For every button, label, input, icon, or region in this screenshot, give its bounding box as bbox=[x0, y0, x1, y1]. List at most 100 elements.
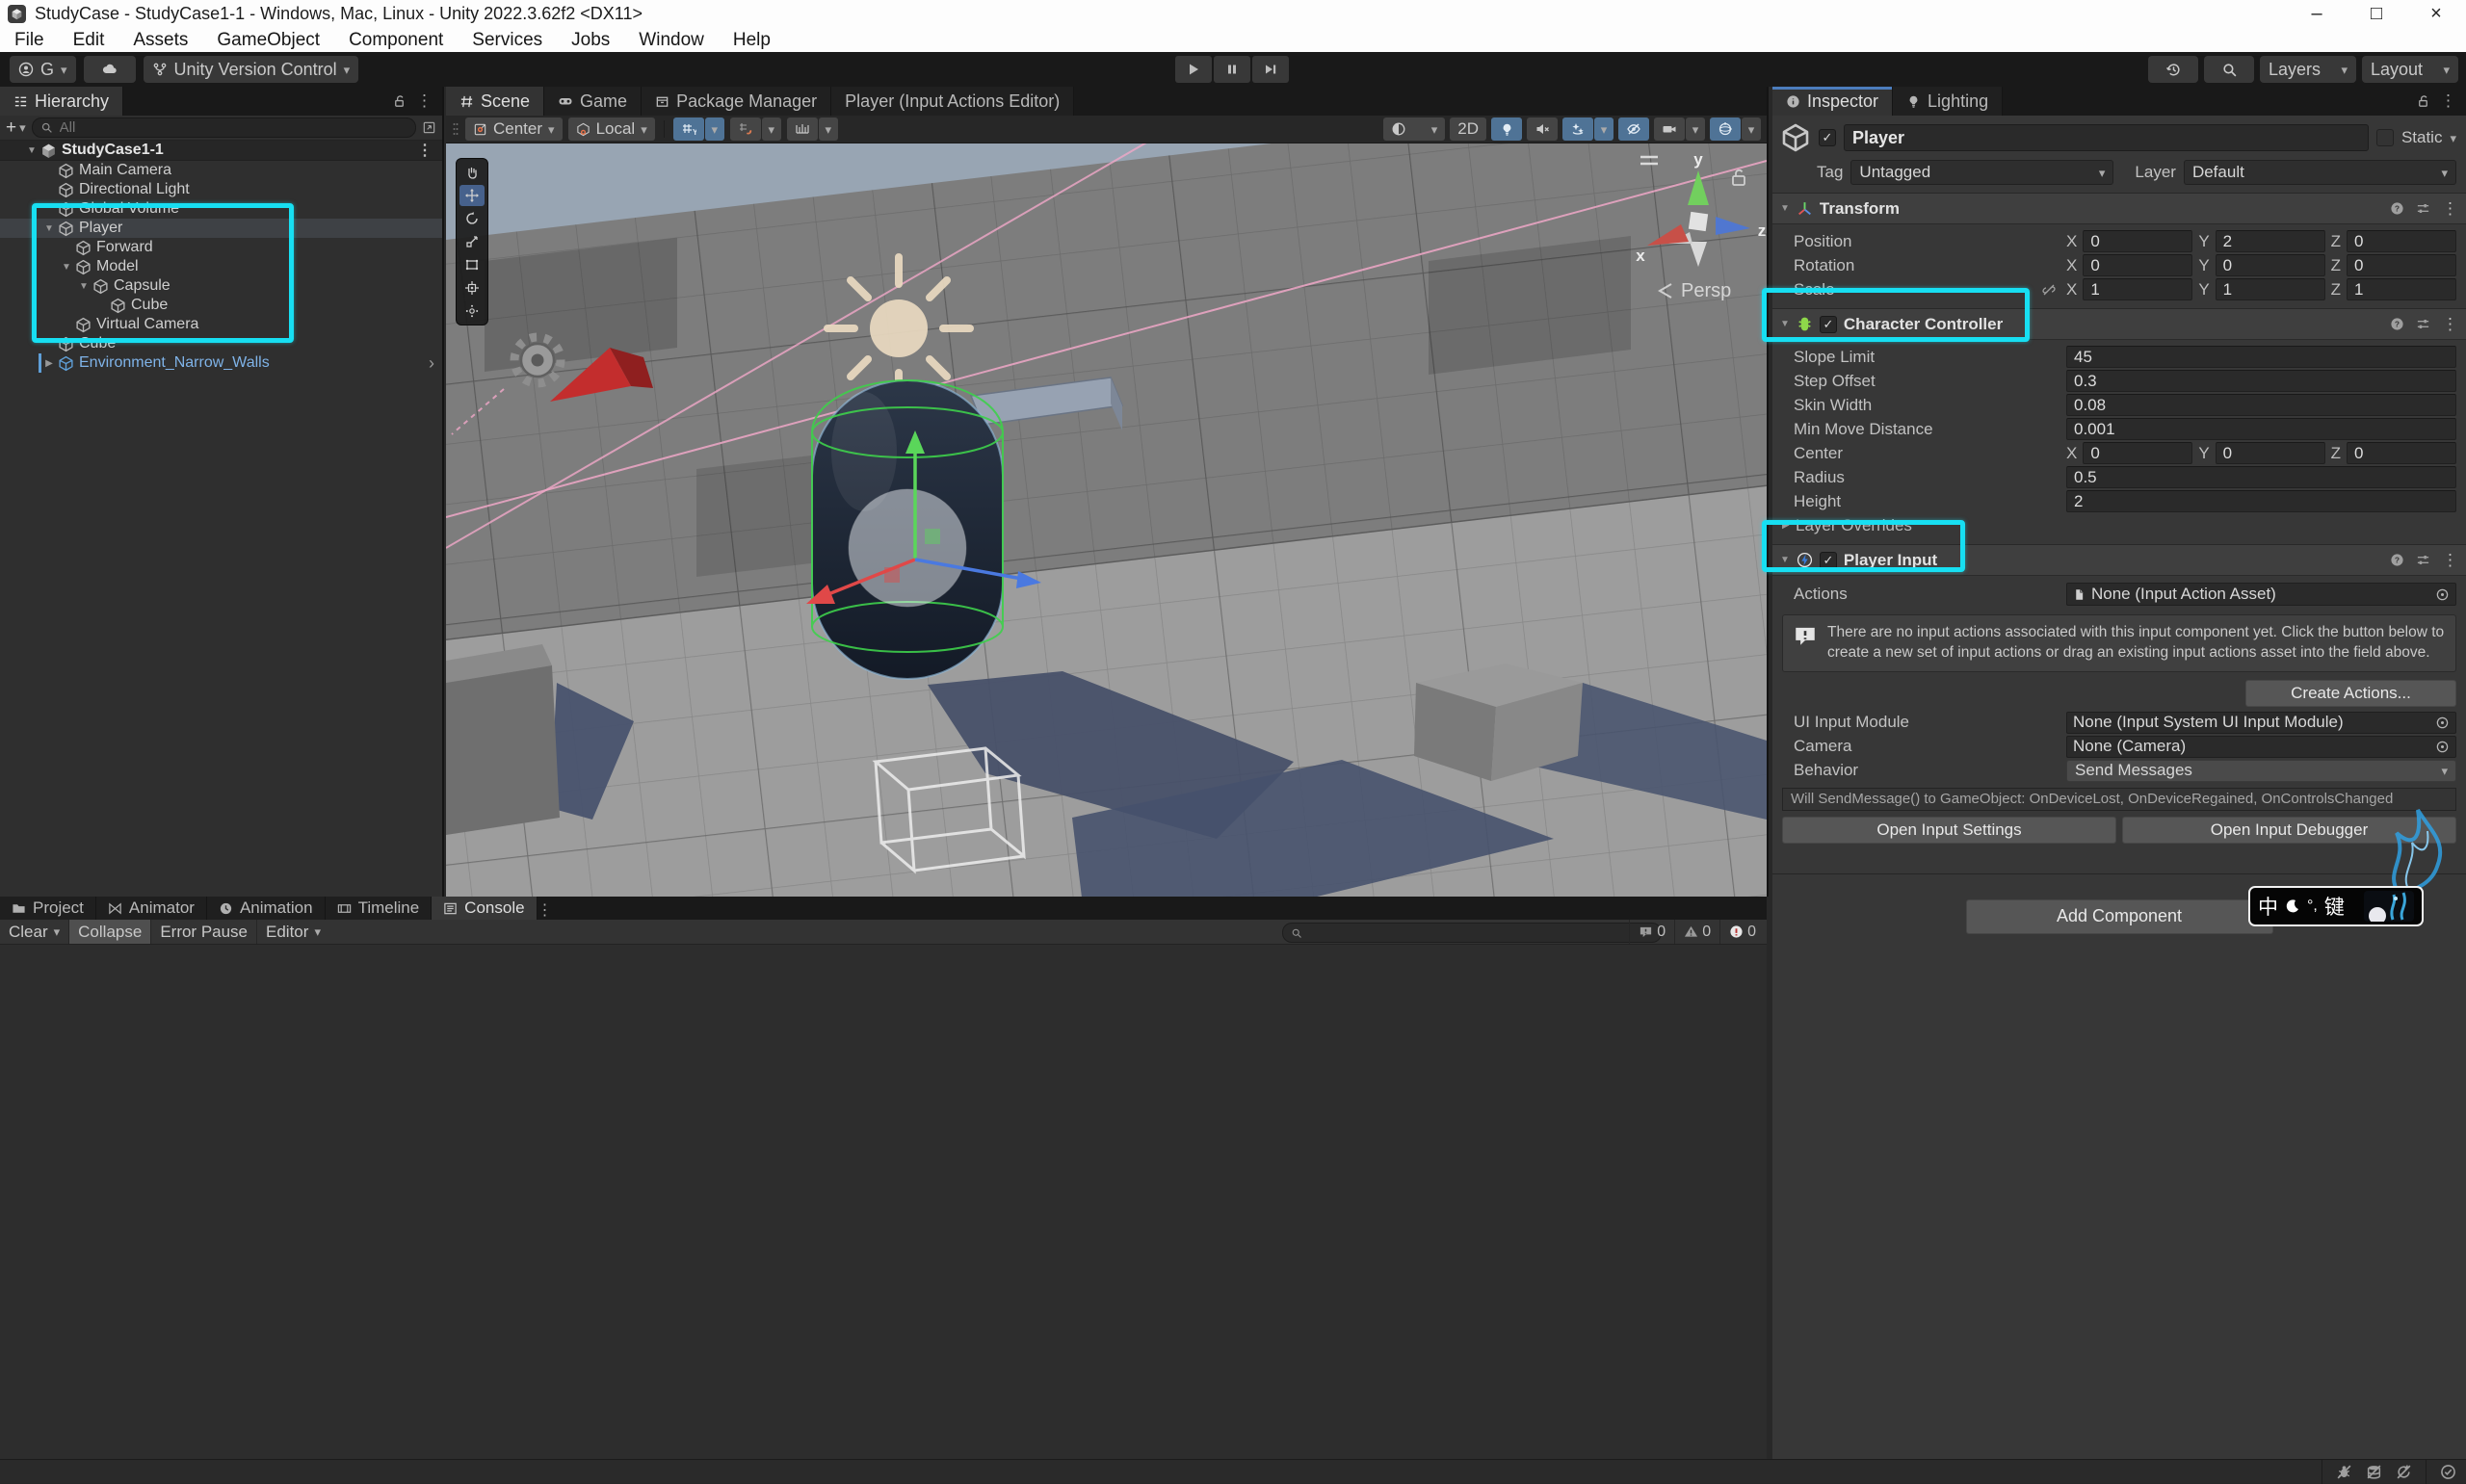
pause-button[interactable] bbox=[1214, 56, 1250, 83]
scale-x-field[interactable]: 1 bbox=[2083, 278, 2192, 300]
tab-hierarchy[interactable]: Hierarchy bbox=[0, 87, 123, 116]
scene-viewport[interactable]: y x z Persp bbox=[446, 143, 1767, 898]
tab-inspector[interactable]: Inspector bbox=[1772, 87, 1893, 116]
2d-toggle-button[interactable]: 2D bbox=[1450, 117, 1486, 141]
console-search-field[interactable] bbox=[1282, 923, 1662, 943]
center-z-field[interactable]: 0 bbox=[2347, 442, 2456, 464]
kebab-menu-icon[interactable]: ⋮ bbox=[2442, 551, 2458, 570]
menu-jobs[interactable]: Jobs bbox=[557, 28, 624, 52]
hierarchy-item-model[interactable]: ▼ Model bbox=[0, 257, 442, 276]
layers-dropdown[interactable]: Layers ▾ bbox=[2260, 56, 2356, 83]
slope-limit-field[interactable]: 45 bbox=[2066, 346, 2456, 368]
create-object-button[interactable]: + ▾ bbox=[6, 117, 26, 139]
object-picker-icon[interactable] bbox=[2435, 587, 2450, 602]
gameobject-active-checkbox[interactable]: ✓ bbox=[1819, 129, 1836, 146]
move-tool[interactable] bbox=[459, 185, 485, 206]
radius-field[interactable]: 0.5 bbox=[2066, 466, 2456, 488]
position-x-field[interactable]: 0 bbox=[2083, 230, 2192, 252]
ime-keyboard[interactable]: 键 bbox=[2324, 892, 2345, 921]
progress-check-icon[interactable] bbox=[2440, 1464, 2456, 1480]
gizmos-dropdown[interactable]: ▾ bbox=[1742, 117, 1761, 141]
menu-edit[interactable]: Edit bbox=[59, 28, 119, 52]
object-picker-icon[interactable] bbox=[2435, 740, 2450, 754]
step-offset-field[interactable]: 0.3 bbox=[2066, 370, 2456, 392]
hierarchy-item-capsule[interactable]: ▼ Capsule bbox=[0, 276, 442, 296]
behavior-dropdown[interactable]: Send Messages ▾ bbox=[2066, 760, 2456, 782]
minimize-button[interactable]: – bbox=[2287, 0, 2347, 28]
kebab-menu-icon[interactable]: ⋮ bbox=[538, 902, 553, 919]
tab-animation[interactable]: Animation bbox=[207, 897, 326, 920]
search-button[interactable] bbox=[2204, 56, 2254, 83]
scene-effects-dropdown[interactable]: ▾ bbox=[1594, 117, 1613, 141]
scene-camera-dropdown[interactable]: ▾ bbox=[1686, 117, 1705, 141]
moon-icon[interactable] bbox=[2285, 898, 2300, 914]
gameobject-icon[interactable] bbox=[1780, 122, 1811, 153]
lock-icon[interactable] bbox=[392, 94, 407, 109]
open-prefab-chevron-icon[interactable]: › bbox=[429, 353, 434, 374]
scale-tool[interactable] bbox=[459, 231, 485, 252]
clear-button[interactable]: Clear▾ bbox=[0, 920, 68, 944]
snap-increment-dropdown[interactable]: ▾ bbox=[819, 117, 838, 141]
scene-effects-toggle[interactable] bbox=[1562, 117, 1593, 141]
gizmos-toggle[interactable] bbox=[1710, 117, 1741, 141]
tab-game[interactable]: Game bbox=[544, 87, 642, 116]
hierarchy-item-cube-child[interactable]: Cube bbox=[0, 296, 442, 315]
character-controller-header[interactable]: ▼ ✓ Character Controller ⋮ bbox=[1772, 308, 2466, 340]
foldout-closed-icon[interactable]: ▶ bbox=[40, 358, 58, 369]
gameobject-name-field[interactable]: Player bbox=[1844, 124, 2369, 151]
tab-package-manager[interactable]: Package Manager bbox=[642, 87, 831, 116]
tool-handle-position-dropdown[interactable]: Center ▾ bbox=[465, 117, 563, 141]
hierarchy-scene-row[interactable]: ▼ StudyCase1-1 ⋮ bbox=[0, 141, 442, 161]
tab-lighting[interactable]: Lighting bbox=[1893, 87, 2003, 116]
error-pause-toggle[interactable]: Error Pause bbox=[151, 920, 256, 944]
min-move-distance-field[interactable]: 0.001 bbox=[2066, 418, 2456, 440]
hierarchy-item-directional-light[interactable]: Directional Light bbox=[0, 180, 442, 199]
hierarchy-search-input[interactable] bbox=[58, 118, 407, 137]
presets-icon[interactable] bbox=[2416, 317, 2430, 331]
custom-editor-tool[interactable] bbox=[459, 300, 485, 322]
ui-input-module-field[interactable]: None (Input System UI Input Module) bbox=[2066, 712, 2456, 734]
help-icon[interactable] bbox=[2390, 201, 2404, 216]
foldout-open-icon[interactable]: ▼ bbox=[1780, 203, 1790, 214]
position-z-field[interactable]: 0 bbox=[2347, 230, 2456, 252]
kebab-menu-icon[interactable]: ⋮ bbox=[416, 91, 433, 111]
menu-component[interactable]: Component bbox=[334, 28, 458, 52]
layer-dropdown[interactable]: Default▾ bbox=[2184, 160, 2456, 185]
help-icon[interactable] bbox=[2390, 553, 2404, 567]
scale-y-field[interactable]: 1 bbox=[2216, 278, 2325, 300]
hierarchy-item-player[interactable]: ▼ Player bbox=[0, 219, 442, 238]
static-dropdown-icon[interactable]: ▾ bbox=[2450, 132, 2456, 144]
menu-window[interactable]: Window bbox=[624, 28, 719, 52]
skin-width-field[interactable]: 0.08 bbox=[2066, 394, 2456, 416]
scene-audio-toggle[interactable] bbox=[1527, 117, 1558, 141]
foldout-open-icon[interactable]: ▼ bbox=[1780, 319, 1790, 329]
ime-mode-chinese[interactable]: 中 bbox=[2258, 892, 2278, 921]
hierarchy-item-global-volume[interactable]: Global Volume bbox=[0, 199, 442, 219]
view-hand-tool[interactable] bbox=[459, 162, 485, 183]
foldout-open-icon[interactable]: ▼ bbox=[58, 262, 75, 273]
scene-visibility-toggle[interactable] bbox=[1618, 117, 1649, 141]
menu-services[interactable]: Services bbox=[458, 28, 557, 52]
tab-player-input-actions-editor[interactable]: Player (Input Actions Editor) bbox=[831, 87, 1074, 116]
player-input-header[interactable]: ▼ ✓ Player Input ⋮ bbox=[1772, 544, 2466, 576]
layer-overrides-foldout[interactable]: ▶ Layer Overrides bbox=[1772, 513, 2466, 537]
info-count-toggle[interactable]: 0 bbox=[1630, 920, 1674, 944]
height-field[interactable]: 2 bbox=[2066, 490, 2456, 512]
menu-gameobject[interactable]: GameObject bbox=[202, 28, 334, 52]
scale-z-field[interactable]: 1 bbox=[2347, 278, 2456, 300]
undo-history-button[interactable] bbox=[2148, 56, 2198, 83]
hierarchy-item-virtual-camera[interactable]: Virtual Camera bbox=[0, 315, 442, 334]
foldout-open-icon[interactable]: ▼ bbox=[75, 281, 92, 292]
open-input-settings-button[interactable]: Open Input Settings bbox=[1782, 817, 2116, 844]
rotate-tool[interactable] bbox=[459, 208, 485, 229]
center-y-field[interactable]: 0 bbox=[2216, 442, 2325, 464]
camera-object-field[interactable]: None (Camera) bbox=[2066, 736, 2456, 758]
create-actions-button[interactable]: Create Actions... bbox=[2245, 680, 2456, 707]
tag-dropdown[interactable]: Untagged▾ bbox=[1850, 160, 2113, 185]
grid-visibility-button[interactable] bbox=[673, 117, 704, 141]
tab-scene[interactable]: Scene bbox=[446, 87, 544, 116]
help-icon[interactable] bbox=[2390, 317, 2404, 331]
console-search-input[interactable] bbox=[1308, 924, 1653, 941]
hierarchy-item-forward[interactable]: Forward bbox=[0, 238, 442, 257]
component-enabled-checkbox[interactable]: ✓ bbox=[1820, 552, 1837, 569]
